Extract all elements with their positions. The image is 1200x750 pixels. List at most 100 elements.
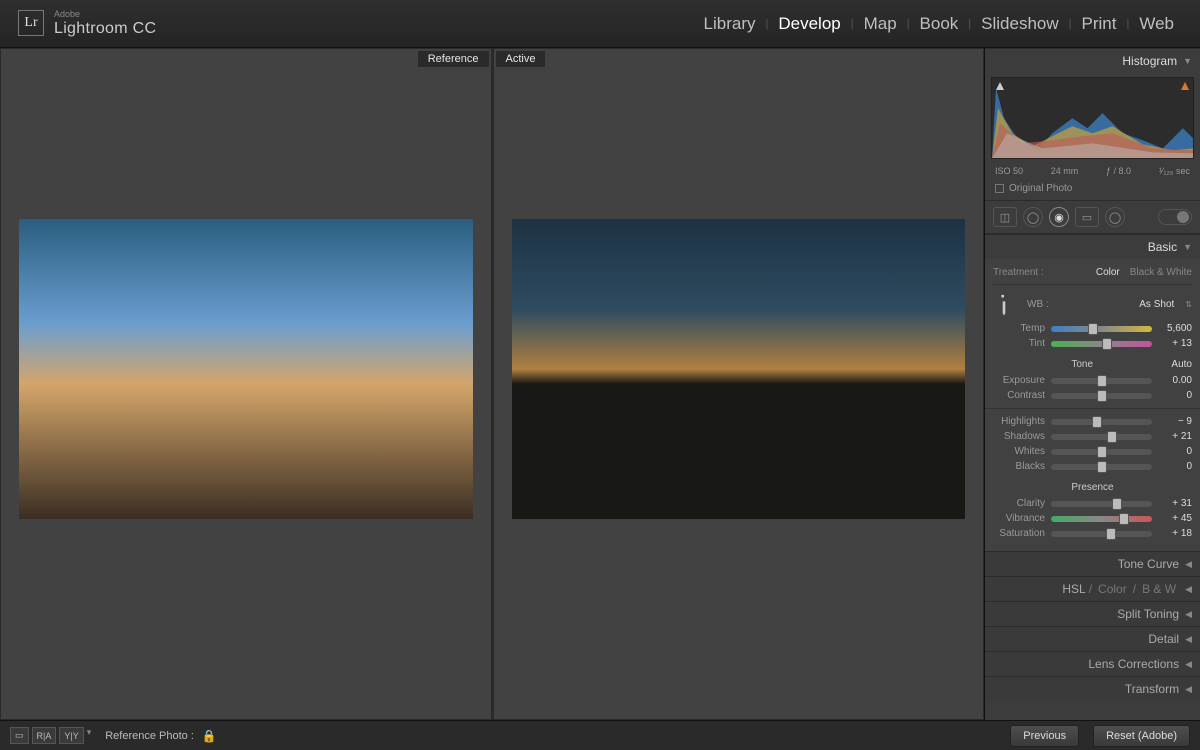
- slider-thumb[interactable]: [1112, 498, 1122, 510]
- basic-header[interactable]: Basic ▼: [985, 234, 1200, 259]
- reference-photo[interactable]: [19, 219, 473, 519]
- app-logo: Lr Adobe Lightroom CC: [18, 10, 156, 37]
- basic-title: Basic: [1148, 240, 1177, 254]
- wb-value[interactable]: As Shot: [1139, 299, 1174, 310]
- shadows-value[interactable]: + 21: [1158, 431, 1192, 442]
- auto-button[interactable]: Auto: [1171, 359, 1192, 370]
- whites-slider[interactable]: Whites 0: [993, 444, 1192, 459]
- blacks-slider[interactable]: Blacks 0: [993, 459, 1192, 474]
- saturation-label: Saturation: [993, 528, 1045, 539]
- dropdown-icon[interactable]: ⇅: [1185, 300, 1192, 309]
- active-pane[interactable]: Active: [492, 48, 985, 720]
- grad-tool-icon[interactable]: ▭: [1075, 207, 1099, 227]
- slider-thumb[interactable]: [1119, 513, 1129, 525]
- lock-icon[interactable]: 🔒: [202, 729, 217, 743]
- contrast-value[interactable]: 0: [1158, 390, 1192, 401]
- reference-pane[interactable]: Reference: [0, 48, 492, 720]
- contrast-slider[interactable]: Contrast 0: [993, 388, 1192, 403]
- blacks-value[interactable]: 0: [1158, 461, 1192, 472]
- histogram-header[interactable]: Histogram ▼: [985, 48, 1200, 73]
- blacks-label: Blacks: [993, 461, 1045, 472]
- detail-header[interactable]: Detail ◀: [985, 626, 1200, 651]
- disclosure-down-icon: ▼: [1183, 242, 1192, 252]
- vibrance-value[interactable]: + 45: [1158, 513, 1192, 524]
- module-book[interactable]: Book: [912, 14, 967, 34]
- module-sep: |: [849, 18, 856, 30]
- slider-thumb[interactable]: [1088, 323, 1098, 335]
- slider-thumb[interactable]: [1092, 416, 1102, 428]
- transform-title: Transform: [1125, 682, 1179, 696]
- crop-tool-icon[interactable]: ◫: [993, 207, 1017, 227]
- shadows-label: Shadows: [993, 431, 1045, 442]
- shadows-slider[interactable]: Shadows + 21: [993, 429, 1192, 444]
- slider-thumb[interactable]: [1097, 390, 1107, 402]
- temp-value[interactable]: 5,600: [1158, 323, 1192, 334]
- module-sep: |: [1124, 18, 1131, 30]
- histogram-graph[interactable]: [991, 77, 1194, 159]
- image-canvas: Reference Active: [0, 48, 985, 720]
- exposure-value[interactable]: 0.00: [1158, 375, 1192, 386]
- presence-subhead: Presence: [993, 474, 1192, 496]
- wb-label: WB :: [1027, 299, 1049, 310]
- clarity-value[interactable]: + 31: [1158, 498, 1192, 509]
- app-name: Lightroom CC: [54, 20, 156, 38]
- saturation-value[interactable]: + 18: [1158, 528, 1192, 539]
- radial-tool-icon[interactable]: ◯: [1105, 207, 1125, 227]
- module-map[interactable]: Map: [856, 14, 905, 34]
- clarity-slider[interactable]: Clarity + 31: [993, 496, 1192, 511]
- module-sep: |: [966, 18, 973, 30]
- module-develop[interactable]: Develop: [770, 14, 848, 34]
- eyedropper-icon[interactable]: [988, 288, 1019, 319]
- exposure-label: Exposure: [993, 375, 1045, 386]
- slider-thumb[interactable]: [1107, 431, 1117, 443]
- original-checkbox[interactable]: [995, 184, 1004, 193]
- treatment-bw[interactable]: Black & White: [1130, 267, 1192, 278]
- loupe-view-button[interactable]: ▭: [10, 727, 29, 744]
- highlights-label: Highlights: [993, 416, 1045, 427]
- slider-thumb[interactable]: [1097, 375, 1107, 387]
- tone-label: Tone: [993, 359, 1171, 370]
- vibrance-label: Vibrance: [993, 513, 1045, 524]
- lens-header[interactable]: Lens Corrections ◀: [985, 651, 1200, 676]
- hsl-header[interactable]: HSL / Color / B & W ◀: [985, 576, 1200, 601]
- tint-value[interactable]: + 13: [1158, 338, 1192, 349]
- vibrance-slider[interactable]: Vibrance + 45: [993, 511, 1192, 526]
- redeye-tool-icon[interactable]: ◉: [1049, 207, 1069, 227]
- exposure-slider[interactable]: Exposure 0.00: [993, 373, 1192, 388]
- local-adjust-toolstrip: ◫ ◯ ◉ ▭ ◯: [985, 200, 1200, 234]
- transform-header[interactable]: Transform ◀: [985, 676, 1200, 701]
- slider-thumb[interactable]: [1097, 446, 1107, 458]
- module-library[interactable]: Library: [696, 14, 764, 34]
- ref-active-button[interactable]: R|A: [32, 727, 57, 744]
- slider-thumb[interactable]: [1102, 338, 1112, 350]
- active-photo[interactable]: [512, 219, 966, 519]
- before-after-button[interactable]: Y|Y: [59, 727, 83, 744]
- bottom-toolbar: ▭ R|A Y|Y ▾ Reference Photo : 🔒 Previous…: [0, 720, 1200, 750]
- treatment-color[interactable]: Color: [1096, 267, 1120, 278]
- reset-button[interactable]: Reset (Adobe): [1093, 725, 1190, 747]
- module-web[interactable]: Web: [1131, 14, 1182, 34]
- tool-switch[interactable]: [1158, 209, 1192, 225]
- chevron-down-icon[interactable]: ▾: [87, 727, 92, 744]
- temp-slider[interactable]: Temp 5,600: [993, 321, 1192, 336]
- highlights-slider[interactable]: Highlights − 9: [993, 414, 1192, 429]
- disclosure-down-icon: ▼: [1183, 56, 1192, 66]
- module-print[interactable]: Print: [1074, 14, 1125, 34]
- split-toning-header[interactable]: Split Toning ◀: [985, 601, 1200, 626]
- spot-tool-icon[interactable]: ◯: [1023, 207, 1043, 227]
- module-slideshow[interactable]: Slideshow: [973, 14, 1067, 34]
- module-sep: |: [905, 18, 912, 30]
- tint-slider[interactable]: Tint + 13: [993, 336, 1192, 351]
- slider-thumb[interactable]: [1097, 461, 1107, 473]
- highlights-value[interactable]: − 9: [1158, 416, 1192, 427]
- saturation-slider[interactable]: Saturation + 18: [993, 526, 1192, 541]
- original-photo-row[interactable]: Original Photo: [985, 180, 1200, 200]
- whites-value[interactable]: 0: [1158, 446, 1192, 457]
- histogram-iso: ISO 50: [995, 166, 1023, 176]
- slider-thumb[interactable]: [1106, 528, 1116, 540]
- previous-button[interactable]: Previous: [1010, 725, 1079, 747]
- tint-label: Tint: [993, 338, 1045, 349]
- basic-panel: Treatment : Color Black & White WB : As …: [985, 259, 1200, 551]
- tone-curve-header[interactable]: Tone Curve ◀: [985, 551, 1200, 576]
- divider: [985, 408, 1200, 409]
